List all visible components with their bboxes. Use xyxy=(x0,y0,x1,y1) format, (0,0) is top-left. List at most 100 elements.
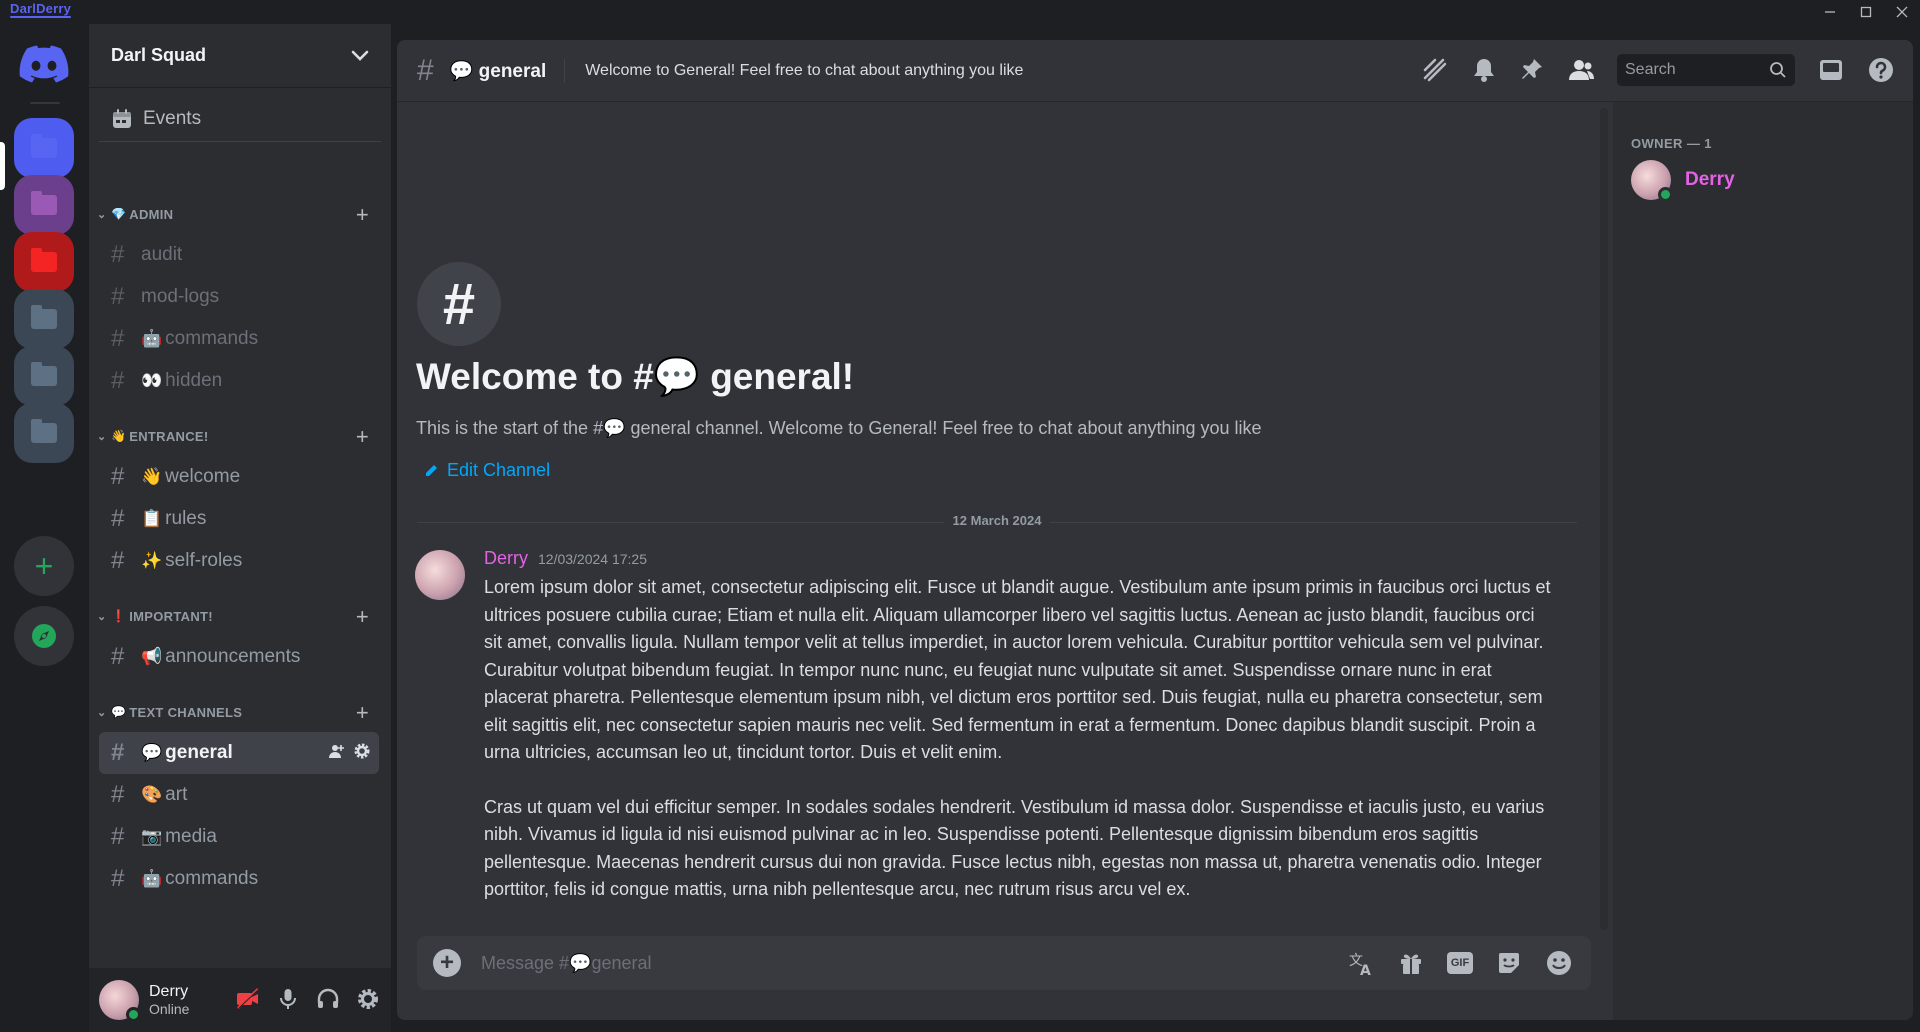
chevron-down-icon: ⌄ xyxy=(97,430,107,443)
server-icon-2[interactable] xyxy=(14,175,74,235)
add-channel-icon[interactable]: + xyxy=(356,424,369,450)
threads-icon[interactable] xyxy=(1421,56,1449,84)
channel-item-rules[interactable]: # 📋 rules xyxy=(99,498,379,540)
hash-icon: # xyxy=(111,739,125,766)
channel-topbar: # 💬 general Welcome to General! Feel fre… xyxy=(397,40,1913,102)
online-status-indicator xyxy=(1658,187,1673,202)
message-list[interactable]: # Welcome to #💬 general! This is the sta… xyxy=(397,102,1613,950)
close-button[interactable] xyxy=(1884,0,1920,24)
message-input[interactable]: Message #💬general xyxy=(481,953,652,974)
add-channel-icon[interactable]: + xyxy=(356,700,369,726)
channel-label: media xyxy=(165,826,217,847)
message-scrollbar[interactable] xyxy=(1600,108,1608,930)
channel-hash-icon: # xyxy=(417,262,501,346)
sticker-icon[interactable] xyxy=(1495,949,1523,977)
upload-plus-button[interactable]: + xyxy=(433,949,461,977)
server-icon-3[interactable] xyxy=(14,232,74,292)
member-list-icon[interactable] xyxy=(1567,56,1595,84)
locked-hash-icon: # xyxy=(111,367,125,394)
channel-item-announcements[interactable]: # 📢 announcements xyxy=(99,636,379,678)
server-icon-4[interactable] xyxy=(14,289,74,349)
locked-hash-icon: # xyxy=(111,283,125,310)
channel-list: ⌄ 💎 ADMIN + # audit # mod-logs # 🤖 commands # 👀 hidde… xyxy=(89,194,391,916)
user-avatar[interactable] xyxy=(99,980,141,1022)
category-emoji: 💬 xyxy=(111,705,127,719)
edit-channel-link[interactable]: Edit Channel xyxy=(423,460,550,481)
server-icon-1[interactable] xyxy=(14,118,74,178)
explore-servers-button[interactable] xyxy=(14,606,74,666)
hash-icon: # xyxy=(111,463,125,490)
pin-icon[interactable] xyxy=(1519,56,1545,84)
add-server-button[interactable]: + xyxy=(14,536,74,596)
settings-gear-icon[interactable] xyxy=(355,986,381,1012)
channel-item-self-roles[interactable]: # ✨ self-roles xyxy=(99,540,379,582)
channel-emoji: 🤖 xyxy=(141,869,163,888)
plus-icon: + xyxy=(439,949,454,976)
maximize-button[interactable] xyxy=(1848,0,1884,24)
channel-item-welcome[interactable]: # 👋 welcome xyxy=(99,456,379,498)
camera-off-icon[interactable] xyxy=(235,986,261,1012)
message-avatar[interactable] xyxy=(415,550,465,600)
hash-icon: # xyxy=(111,781,125,808)
notification-bell-icon[interactable] xyxy=(1471,56,1497,84)
channel-item-commands[interactable]: # 🤖 commands xyxy=(99,858,379,900)
hash-icon: # xyxy=(111,823,125,850)
direct-messages-button[interactable] xyxy=(14,34,74,94)
channel-item-commands[interactable]: # 🤖 commands xyxy=(99,318,379,360)
message-timestamp: 12/03/2024 17:25 xyxy=(538,551,647,567)
locked-hash-icon: # xyxy=(111,241,125,268)
channel-item-art[interactable]: # 🎨 art xyxy=(99,774,379,816)
category-name: ENTRANCE! xyxy=(129,428,209,444)
gift-icon[interactable] xyxy=(1397,949,1425,977)
member-name: Derry xyxy=(1685,169,1735,190)
add-channel-icon[interactable]: + xyxy=(356,604,369,630)
chevron-down-icon: ⌄ xyxy=(97,610,107,623)
channel-item-hidden[interactable]: # 👀 hidden xyxy=(99,360,379,402)
category-header[interactable]: ⌄ 👋 ENTRANCE! + xyxy=(89,416,391,456)
minimize-button[interactable] xyxy=(1812,0,1848,24)
category-header[interactable]: ⌄ ❗ IMPORTANT! + xyxy=(89,596,391,636)
message-composer[interactable]: + Message #💬general 文A GIF xyxy=(417,936,1591,990)
channel-item-media[interactable]: # 📷 media xyxy=(99,816,379,858)
welcome-title: Welcome to #💬 general! xyxy=(416,356,855,397)
channel-title: 💬 general xyxy=(450,58,566,83)
inbox-icon[interactable] xyxy=(1817,56,1845,84)
message-author[interactable]: Derry xyxy=(484,548,528,569)
member-section-header: OWNER — 1 xyxy=(1631,136,1712,151)
events-item[interactable]: Events xyxy=(99,96,381,142)
category-emoji: 💎 xyxy=(111,207,127,221)
maximize-icon xyxy=(1860,6,1872,18)
headphones-icon[interactable] xyxy=(315,986,341,1012)
channel-emoji: 🤖 xyxy=(141,329,163,348)
message-content: Lorem ipsum dolor sit amet, consectetur … xyxy=(484,574,1554,931)
server-header[interactable]: Darl Squad xyxy=(89,24,391,88)
server-icon-5[interactable] xyxy=(14,346,74,406)
search-icon xyxy=(1770,62,1786,78)
channel-label: general xyxy=(165,742,233,763)
events-label: Events xyxy=(143,107,202,129)
member-item[interactable]: Derry xyxy=(1631,160,1735,202)
channel-item-audit[interactable]: # audit xyxy=(99,234,379,276)
category-name: ADMIN xyxy=(129,206,174,222)
emoji-picker-icon[interactable] xyxy=(1545,949,1573,977)
channel-settings-gear-icon[interactable] xyxy=(353,742,371,760)
channel-sidebar: Darl Squad Events ⌄ 💎 ADMIN + # audit # mod-log… xyxy=(89,24,391,1032)
microphone-icon[interactable] xyxy=(275,986,301,1012)
invite-people-icon[interactable] xyxy=(327,742,345,760)
channel-name: general xyxy=(478,60,547,82)
category-header[interactable]: ⌄ 💬 TEXT CHANNELS + xyxy=(89,692,391,732)
category-spacer xyxy=(89,402,391,416)
channel-emoji: 👀 xyxy=(141,371,163,390)
channel-topic[interactable]: Welcome to General! Feel free to chat ab… xyxy=(585,62,1023,80)
channel-item-mod-logs[interactable]: # mod-logs xyxy=(99,276,379,318)
server-icon-6[interactable] xyxy=(14,403,74,463)
channel-item-general[interactable]: # 💬 general xyxy=(99,732,379,774)
category-header[interactable]: ⌄ 💎 ADMIN + xyxy=(89,194,391,234)
translate-icon[interactable]: 文A xyxy=(1347,949,1375,977)
add-channel-icon[interactable]: + xyxy=(356,202,369,228)
search-input[interactable]: Search xyxy=(1617,54,1795,86)
category-header[interactable]: ⌄🔊CALLS xyxy=(89,914,391,916)
message-paragraph: Lorem ipsum dolor sit amet, consectetur … xyxy=(484,577,1551,762)
help-icon[interactable] xyxy=(1867,56,1895,84)
gif-button[interactable]: GIF xyxy=(1447,952,1473,974)
